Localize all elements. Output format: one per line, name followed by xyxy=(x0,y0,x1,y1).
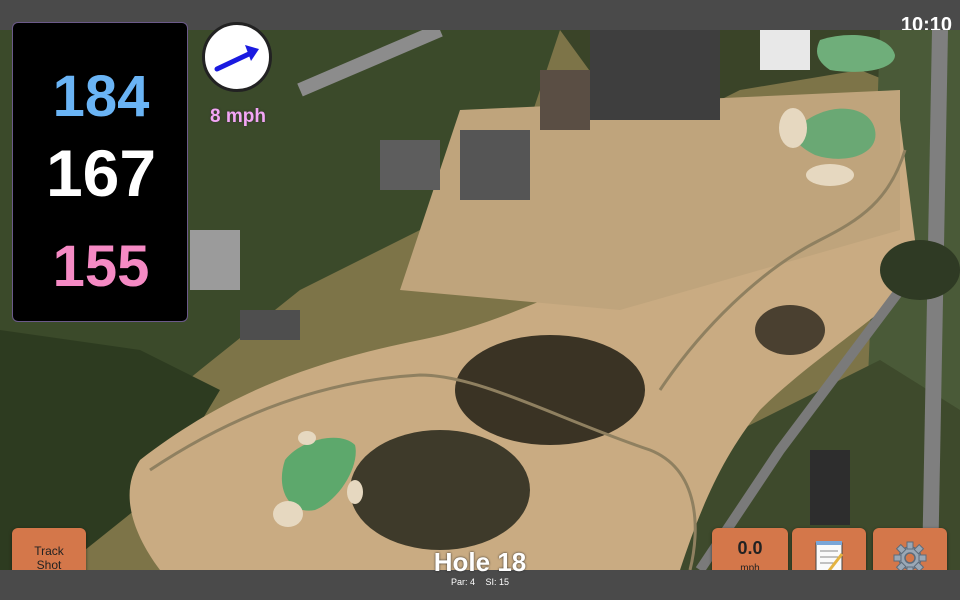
middle-distance: 167 xyxy=(45,136,157,210)
hole-par: Par: 4 xyxy=(450,577,475,587)
back-distance: 184 xyxy=(52,64,150,129)
speed-value: 0.0 xyxy=(737,538,763,558)
hole-info: Par: 4 SI: 15 xyxy=(380,577,580,587)
wind-indicator xyxy=(202,22,272,92)
wind-speed-label: 8 mph xyxy=(210,106,266,127)
hole-stroke-index: SI: 15 xyxy=(485,577,510,587)
distance-panel: 184 167 155 xyxy=(12,22,188,322)
track-shot-label-line1: Track xyxy=(34,544,64,558)
front-distance: 155 xyxy=(52,234,150,299)
wind-arrow-icon xyxy=(214,45,259,72)
hole-title: Hole 18 xyxy=(433,547,527,577)
